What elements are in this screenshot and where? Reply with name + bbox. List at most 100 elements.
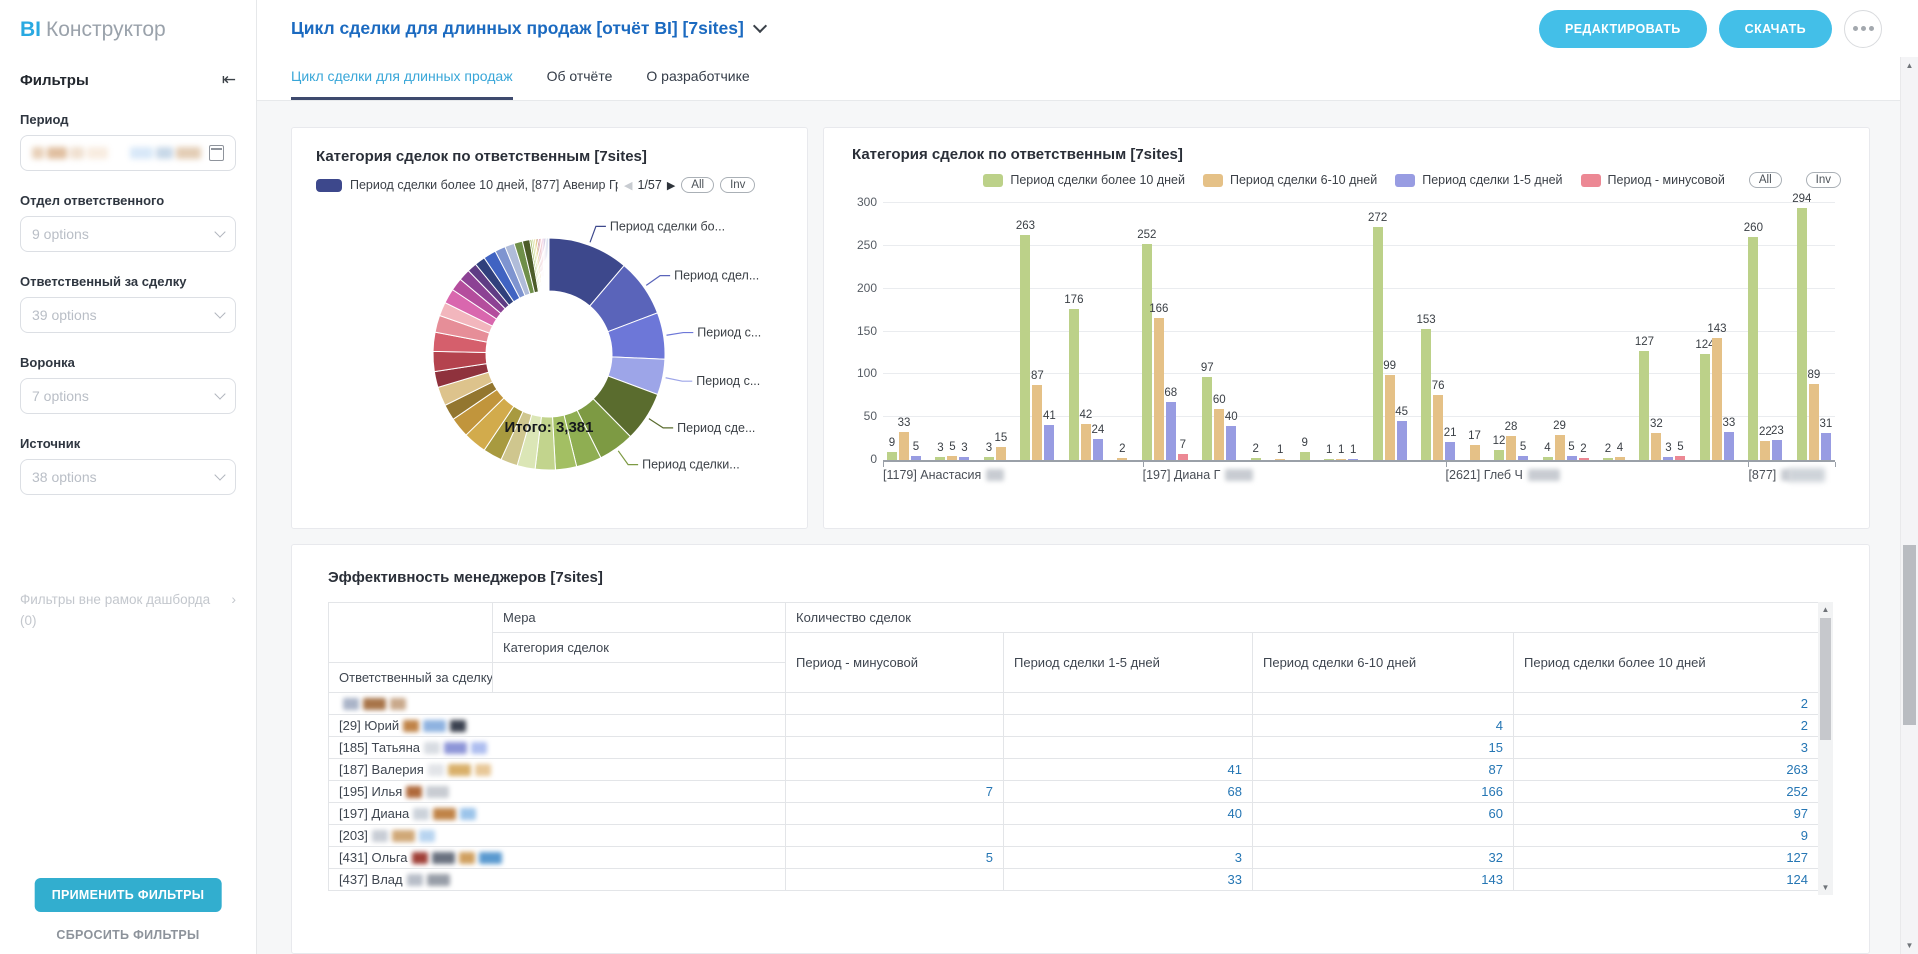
bar[interactable] [1020,235,1030,460]
bar[interactable] [1663,457,1673,460]
bar[interactable] [1093,439,1103,460]
donut-all-button[interactable]: All [681,177,714,193]
page-scrollbar[interactable]: ▲ ▼ [1900,57,1918,954]
funnel-select[interactable]: 7 options [20,378,236,414]
bar[interactable] [1275,459,1285,460]
bar[interactable] [984,457,994,460]
bar[interactable] [1069,309,1079,460]
source-select[interactable]: 38 options [20,459,236,495]
bar[interactable] [1324,459,1334,460]
donut-slice[interactable] [548,238,549,291]
scroll-down-icon[interactable]: ▼ [1822,883,1830,892]
bar[interactable] [1032,385,1042,460]
reset-filters-button[interactable]: СБРОСИТЬ ФИЛЬТРЫ [0,928,256,942]
name-blurred [343,698,359,710]
responsible-select[interactable]: 39 options [20,297,236,333]
bar[interactable] [1651,433,1661,460]
bar[interactable] [959,457,969,460]
bar[interactable] [996,447,1006,460]
bar[interactable] [899,432,909,460]
page-scroll-thumb[interactable] [1903,545,1916,725]
bar[interactable] [1579,458,1589,460]
bar[interactable] [1506,436,1516,460]
bar[interactable] [1700,354,1710,460]
legend-item[interactable]: Период - минусовой [1581,173,1725,187]
scroll-up-icon[interactable]: ▲ [1901,61,1918,70]
bar[interactable] [1797,208,1807,460]
bar[interactable] [1336,459,1346,460]
bar[interactable] [1615,457,1625,460]
bar[interactable] [1543,457,1553,460]
responsible-select-value: 39 options [32,307,97,323]
bar[interactable] [1639,351,1649,460]
bar[interactable] [1421,329,1431,460]
bar-inv-button[interactable]: Inv [1806,172,1841,188]
bar[interactable] [1470,445,1480,460]
legend-prev-icon[interactable]: ◀ [624,179,632,192]
bar[interactable] [1178,454,1188,460]
bar[interactable] [1772,440,1782,460]
bar[interactable] [1154,318,1164,460]
bar[interactable] [887,452,897,460]
outer-filters-link[interactable]: Фильтры вне рамок дашборда › [20,591,236,607]
bar[interactable] [1226,426,1236,460]
bar[interactable] [1603,458,1613,460]
more-options-button[interactable] [1844,10,1882,48]
chevron-down-icon [214,226,225,237]
tab-about-developer[interactable]: О разработчике [646,68,749,100]
bar[interactable] [1445,442,1455,460]
legend-item[interactable]: Период сделки 6-10 дней [1203,173,1377,187]
bar[interactable] [947,456,957,460]
report-title-dropdown[interactable]: Цикл сделки для длинных продаж [отчёт BI… [291,18,765,39]
bar[interactable] [1821,433,1831,460]
bar[interactable] [1251,458,1261,460]
bar[interactable] [1555,435,1565,460]
bar[interactable] [1809,384,1819,460]
bar[interactable] [1748,237,1758,460]
table-scrollbar[interactable]: ▲ ▼ [1818,602,1833,895]
bar[interactable] [1724,432,1734,460]
bar-all-button[interactable]: All [1749,172,1782,188]
bar[interactable] [1385,375,1395,460]
period-date-input[interactable] [20,135,236,171]
bar[interactable] [935,457,945,460]
scroll-down-icon[interactable]: ▼ [1901,941,1918,950]
bar[interactable] [1044,425,1054,460]
table-scroll-thumb[interactable] [1820,618,1831,740]
department-select[interactable]: 9 options [20,216,236,252]
download-button[interactable]: СКАЧАТЬ [1719,10,1832,48]
bar[interactable] [1675,456,1685,460]
bar[interactable] [1567,456,1577,460]
bar[interactable] [1397,421,1407,460]
bar[interactable] [1433,395,1443,460]
legend-next-icon[interactable]: ▶ [667,179,675,192]
collapse-sidebar-icon[interactable]: ⇤ [222,70,236,90]
bar[interactable] [1494,450,1504,460]
bar[interactable] [1712,338,1722,461]
bar[interactable] [1518,456,1528,460]
bar-value-label: 68 [1164,387,1177,399]
bar[interactable] [1348,459,1358,460]
donut-inv-button[interactable]: Inv [720,177,755,193]
scroll-up-icon[interactable]: ▲ [1822,605,1830,614]
manager-name-cell [329,693,786,715]
tab-about-report[interactable]: Об отчёте [547,68,613,100]
tab-deal-cycle[interactable]: Цикл сделки для длинных продаж [291,68,513,100]
bar[interactable] [1300,452,1310,460]
apply-filters-button[interactable]: ПРИМЕНИТЬ ФИЛЬТРЫ [35,878,222,912]
bar[interactable] [1117,458,1127,460]
bar-group: 42952 [1543,203,1589,460]
legend-swatch [1395,174,1415,187]
bar[interactable] [1214,409,1224,460]
bar[interactable] [1166,402,1176,460]
bar[interactable] [1202,377,1212,460]
x-axis-tick [1143,462,1144,467]
edit-button[interactable]: РЕДАКТИРОВАТЬ [1539,10,1707,48]
bar[interactable] [1760,441,1770,460]
legend-item[interactable]: Период сделки 1-5 дней [1395,173,1562,187]
bar[interactable] [911,456,921,460]
bar[interactable] [1142,244,1152,460]
bar[interactable] [1081,424,1091,460]
bar[interactable] [1373,227,1383,460]
legend-item[interactable]: Период сделки более 10 дней [983,173,1185,187]
